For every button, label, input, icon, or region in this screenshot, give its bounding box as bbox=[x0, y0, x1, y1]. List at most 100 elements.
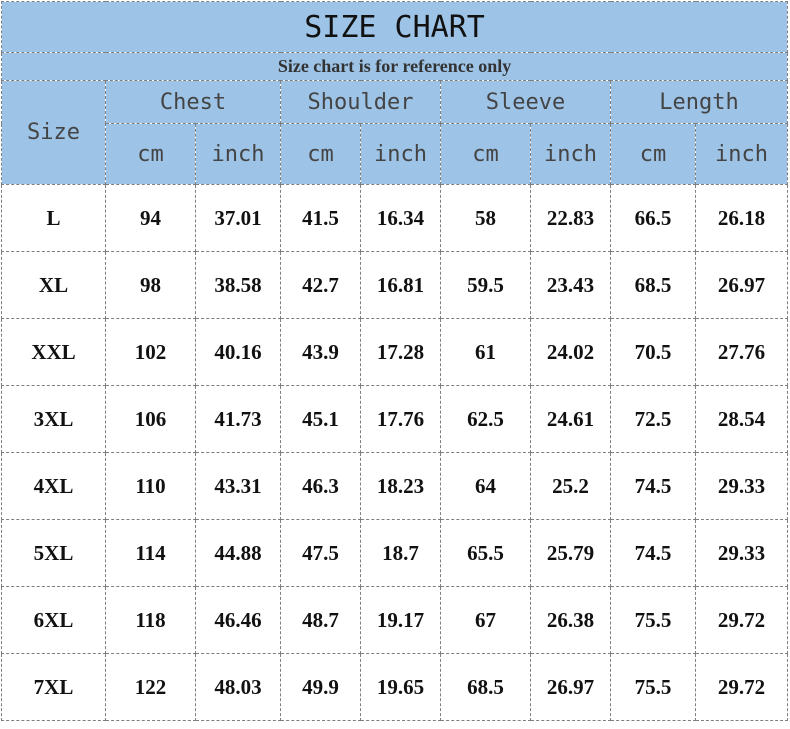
chest-inch: 41.73 bbox=[195, 385, 281, 453]
chest-inch: 46.46 bbox=[195, 586, 281, 654]
size-label: XXL bbox=[1, 318, 106, 386]
chest-inch: 40.16 bbox=[195, 318, 281, 386]
shoulder-inch: 19.65 bbox=[360, 653, 441, 721]
length-inch: 29.72 bbox=[694, 653, 789, 721]
reference-note: Size chart is for reference only bbox=[0, 52, 789, 81]
group-header-sleeve: Sleeve bbox=[440, 80, 611, 124]
sleeve-inch: 23.43 bbox=[530, 251, 611, 319]
shoulder-inch: 17.28 bbox=[360, 318, 441, 386]
sleeve-cm: 59.5 bbox=[440, 251, 531, 319]
chest-inch: 48.03 bbox=[195, 653, 281, 721]
length-cm: 74.5 bbox=[610, 519, 696, 587]
length-inch: 26.97 bbox=[694, 251, 789, 319]
sleeve-cm: 67 bbox=[440, 586, 531, 654]
length-inch: 29.72 bbox=[694, 586, 789, 654]
length-inch: 27.76 bbox=[694, 318, 789, 386]
sleeve-inch: 24.61 bbox=[530, 385, 611, 453]
chest-cm: 102 bbox=[105, 318, 196, 386]
size-label: 5XL bbox=[1, 519, 106, 587]
size-column-header: Size bbox=[1, 80, 106, 185]
chest-inch: 43.31 bbox=[195, 452, 281, 520]
unit-header: cm bbox=[105, 123, 196, 185]
sleeve-cm: 68.5 bbox=[440, 653, 531, 721]
group-header-shoulder: Shoulder bbox=[280, 80, 441, 124]
shoulder-inch: 16.34 bbox=[360, 184, 441, 252]
sleeve-inch: 26.38 bbox=[530, 586, 611, 654]
shoulder-cm: 46.3 bbox=[280, 452, 361, 520]
chest-cm: 98 bbox=[105, 251, 196, 319]
unit-header: inch bbox=[694, 123, 789, 185]
table-row: 3XL 106 41.73 45.1 17.76 62.5 24.61 72.5… bbox=[1, 385, 789, 453]
table-row: 6XL 118 46.46 48.7 19.17 67 26.38 75.5 2… bbox=[1, 586, 789, 654]
length-cm: 75.5 bbox=[610, 653, 696, 721]
chest-cm: 118 bbox=[105, 586, 196, 654]
chest-cm: 110 bbox=[105, 452, 196, 520]
shoulder-cm: 43.9 bbox=[280, 318, 361, 386]
sleeve-cm: 58 bbox=[440, 184, 531, 252]
shoulder-cm: 49.9 bbox=[280, 653, 361, 721]
shoulder-inch: 18.7 bbox=[360, 519, 441, 587]
length-cm: 72.5 bbox=[610, 385, 696, 453]
unit-header: inch bbox=[530, 123, 611, 185]
unit-header: cm bbox=[440, 123, 531, 185]
length-cm: 70.5 bbox=[610, 318, 696, 386]
chest-cm: 106 bbox=[105, 385, 196, 453]
shoulder-inch: 16.81 bbox=[360, 251, 441, 319]
length-inch: 26.18 bbox=[694, 184, 789, 252]
chest-cm: 122 bbox=[105, 653, 196, 721]
table-row: 7XL 122 48.03 49.9 19.65 68.5 26.97 75.5… bbox=[1, 653, 789, 721]
table-row: XXL 102 40.16 43.9 17.28 61 24.02 70.5 2… bbox=[1, 318, 789, 386]
shoulder-inch: 17.76 bbox=[360, 385, 441, 453]
table-row: 4XL 110 43.31 46.3 18.23 64 25.2 74.5 29… bbox=[1, 452, 789, 520]
unit-header: cm bbox=[610, 123, 696, 185]
sleeve-inch: 25.79 bbox=[530, 519, 611, 587]
size-label: 3XL bbox=[1, 385, 106, 453]
sleeve-cm: 64 bbox=[440, 452, 531, 520]
shoulder-inch: 18.23 bbox=[360, 452, 441, 520]
sleeve-inch: 25.2 bbox=[530, 452, 611, 520]
length-cm: 66.5 bbox=[610, 184, 696, 252]
unit-header: inch bbox=[195, 123, 281, 185]
length-inch: 29.33 bbox=[694, 519, 789, 587]
sleeve-cm: 65.5 bbox=[440, 519, 531, 587]
length-inch: 28.54 bbox=[694, 385, 789, 453]
unit-header: cm bbox=[280, 123, 361, 185]
table-row: 5XL 114 44.88 47.5 18.7 65.5 25.79 74.5 … bbox=[1, 519, 789, 587]
group-header-chest: Chest bbox=[105, 80, 281, 124]
sleeve-inch: 26.97 bbox=[530, 653, 611, 721]
chest-inch: 37.01 bbox=[195, 184, 281, 252]
shoulder-cm: 42.7 bbox=[280, 251, 361, 319]
sleeve-inch: 24.02 bbox=[530, 318, 611, 386]
size-label: 4XL bbox=[1, 452, 106, 520]
shoulder-cm: 48.7 bbox=[280, 586, 361, 654]
shoulder-inch: 19.17 bbox=[360, 586, 441, 654]
sleeve-cm: 62.5 bbox=[440, 385, 531, 453]
chest-cm: 94 bbox=[105, 184, 196, 252]
size-label: L bbox=[1, 184, 106, 252]
unit-header: inch bbox=[360, 123, 441, 185]
shoulder-cm: 41.5 bbox=[280, 184, 361, 252]
chest-cm: 114 bbox=[105, 519, 196, 587]
table-row: XL 98 38.58 42.7 16.81 59.5 23.43 68.5 2… bbox=[1, 251, 789, 319]
length-cm: 75.5 bbox=[610, 586, 696, 654]
length-cm: 74.5 bbox=[610, 452, 696, 520]
shoulder-cm: 45.1 bbox=[280, 385, 361, 453]
title-row: SIZE CHART bbox=[0, 1, 789, 53]
shoulder-cm: 47.5 bbox=[280, 519, 361, 587]
size-chart-body: SIZE CHART Size chart is for reference o… bbox=[0, 1, 789, 721]
group-header-length: Length bbox=[609, 80, 789, 124]
unit-header-row: cm inch cm inch cm inch cm inch bbox=[2, 123, 789, 185]
size-chart-table: SIZE CHART Size chart is for reference o… bbox=[0, 1, 789, 721]
chest-inch: 38.58 bbox=[195, 251, 281, 319]
length-inch: 29.33 bbox=[694, 452, 789, 520]
sleeve-cm: 61 bbox=[440, 318, 531, 386]
size-label: 6XL bbox=[1, 586, 106, 654]
group-header-row: Size Chest Shoulder Sleeve Length bbox=[1, 80, 789, 185]
size-chart-sheet: SIZE CHART Size chart is for reference o… bbox=[0, 0, 790, 729]
length-cm: 68.5 bbox=[610, 251, 696, 319]
size-label: 7XL bbox=[1, 653, 106, 721]
table-row: L 94 37.01 41.5 16.34 58 22.83 66.5 26.1… bbox=[1, 184, 789, 252]
chest-inch: 44.88 bbox=[195, 519, 281, 587]
note-row: Size chart is for reference only bbox=[0, 52, 789, 81]
size-label: XL bbox=[1, 251, 106, 319]
